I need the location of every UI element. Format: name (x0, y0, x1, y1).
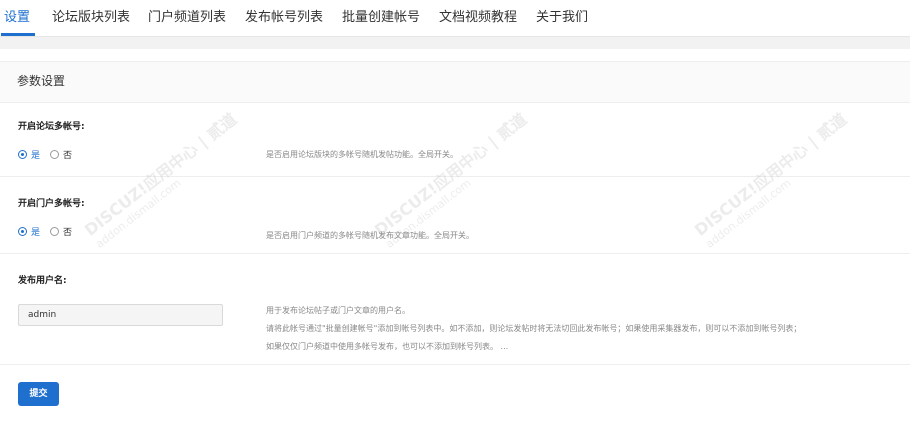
row-divider (0, 364, 910, 365)
portal-multi-label: 开启门户多帐号: (18, 199, 85, 209)
publish-user-description-line: 如果仅仅门户频道中使用多帐号发布，也可以不添加到帐号列表。 ... (266, 342, 509, 351)
gap-bar (0, 37, 910, 49)
publish-user-input[interactable]: admin (18, 304, 223, 326)
row-divider (0, 253, 910, 254)
submit-button[interactable]: 提交 (18, 382, 59, 406)
forum-multi-radio-group: 是 否 (18, 147, 82, 161)
forum-multi-label: 开启论坛多帐号: (18, 122, 85, 132)
portal-multi-yes-radio[interactable] (18, 226, 27, 236)
tab-forum-board-list[interactable]: 论坛版块列表 (52, 8, 130, 28)
tab-doc-video-tutorials[interactable]: 文档视频教程 (439, 8, 517, 28)
forum-multi-no-radio[interactable] (50, 149, 60, 159)
publish-user-description-line: 请将此帐号通过"批量创建帐号"添加到帐号列表中。如不添加，则论坛发帖时将无法切回… (266, 324, 802, 333)
publish-user-description: 用于发布论坛帖子或门户文章的用户名。 请将此帐号通过"批量创建帐号"添加到帐号列… (266, 302, 801, 356)
portal-multi-no-label[interactable]: 否 (63, 225, 72, 238)
forum-multi-yes-label[interactable]: 是 (31, 148, 40, 161)
forum-multi-description: 是否启用论坛版块的多帐号随机发帖功能。全局开关。 (266, 150, 458, 159)
portal-multi-yes-label[interactable]: 是 (31, 225, 40, 238)
tab-batch-create-accounts[interactable]: 批量创建帐号 (342, 8, 420, 28)
portal-multi-radio-group: 是 否 (18, 224, 82, 238)
tab-settings[interactable]: 设置 (4, 8, 30, 28)
panel-header: 参数设置 (0, 61, 910, 103)
publish-user-description-line: 用于发布论坛帖子或门户文章的用户名。 (266, 306, 410, 315)
tab-portal-channel-list[interactable]: 门户频道列表 (148, 8, 226, 28)
forum-multi-no-label[interactable]: 否 (63, 148, 72, 161)
active-tab-indicator (1, 33, 35, 36)
row-divider (0, 176, 910, 177)
panel-title: 参数设置 (17, 74, 66, 88)
publish-user-label: 发布用户名: (18, 276, 67, 286)
portal-multi-no-radio[interactable] (50, 226, 60, 236)
tab-publish-account-list[interactable]: 发布帐号列表 (245, 8, 323, 28)
tab-about-us[interactable]: 关于我们 (536, 8, 588, 28)
portal-multi-description: 是否启用门户频道的多帐号随机发布文章功能。全局开关。 (266, 231, 474, 240)
forum-multi-yes-radio[interactable] (18, 149, 27, 159)
settings-panel: 参数设置 开启论坛多帐号: 是 否 是否启用论坛版块的多帐号随机发帖功能。全局开… (0, 49, 910, 421)
top-tab-bar: 设置 论坛版块列表 门户频道列表 发布帐号列表 批量创建帐号 文档视频教程 关于… (0, 0, 910, 37)
